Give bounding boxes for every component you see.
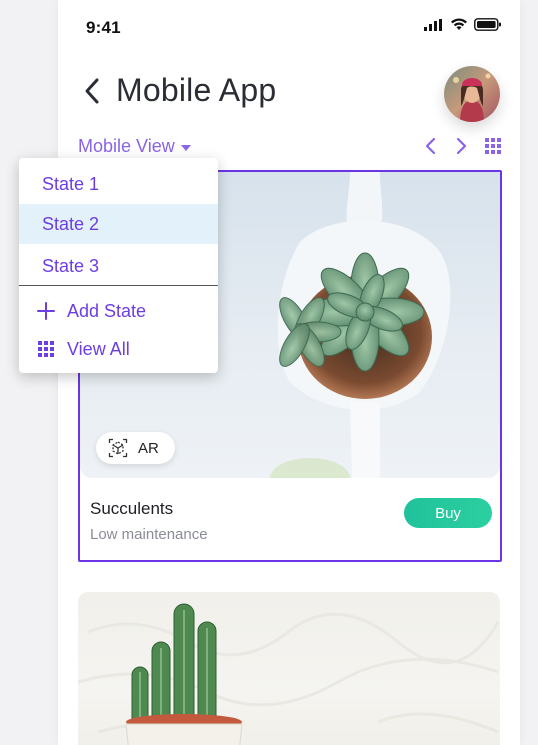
prev-arrow-icon[interactable] — [424, 136, 438, 156]
dropdown-divider — [19, 285, 218, 286]
ar-button[interactable]: AR — [96, 432, 175, 464]
avatar[interactable] — [444, 66, 500, 122]
state-option-label: State 1 — [42, 173, 100, 194]
header: Mobile App — [82, 72, 276, 109]
status-icons — [424, 18, 502, 31]
caret-down-icon — [180, 144, 191, 151]
buy-button[interactable]: Buy — [404, 498, 492, 528]
add-state-label: Add State — [67, 300, 147, 321]
state-option-1[interactable]: State 1 — [19, 164, 218, 204]
next-arrow-icon[interactable] — [454, 136, 468, 156]
plus-icon — [37, 302, 55, 320]
state-option-label: State 2 — [42, 213, 100, 234]
product-title: Succulents — [90, 499, 174, 518]
ar-label: AR — [138, 439, 159, 457]
chevron-left-icon[interactable] — [82, 76, 104, 106]
view-selector-label: Mobile View — [78, 136, 175, 156]
view-all-button[interactable]: View All — [19, 331, 218, 367]
view-selector[interactable]: Mobile View — [78, 136, 191, 157]
page-title: Mobile App — [116, 72, 277, 108]
state-dropdown: State 1 State 2 State 3 Add State View A… — [19, 158, 218, 373]
state-option-3[interactable]: State 3 — [19, 246, 218, 286]
state-option-label: State 3 — [42, 255, 100, 276]
view-all-label: View All — [67, 338, 130, 359]
cactus-image — [78, 603, 500, 745]
signal-icon — [424, 18, 442, 31]
grid-icon[interactable] — [484, 137, 502, 155]
state-nav — [424, 136, 502, 156]
product-subtitle: Low maintenance — [90, 526, 208, 543]
wifi-icon — [451, 18, 467, 30]
battery-icon — [474, 18, 501, 31]
state-option-2[interactable]: State 2 — [19, 204, 218, 244]
product-card-2[interactable] — [78, 592, 500, 745]
add-state-button[interactable]: Add State — [19, 293, 218, 329]
cube-ar-icon — [108, 438, 128, 458]
grid-icon — [38, 341, 54, 357]
status-time: 9:41 — [86, 18, 121, 37]
